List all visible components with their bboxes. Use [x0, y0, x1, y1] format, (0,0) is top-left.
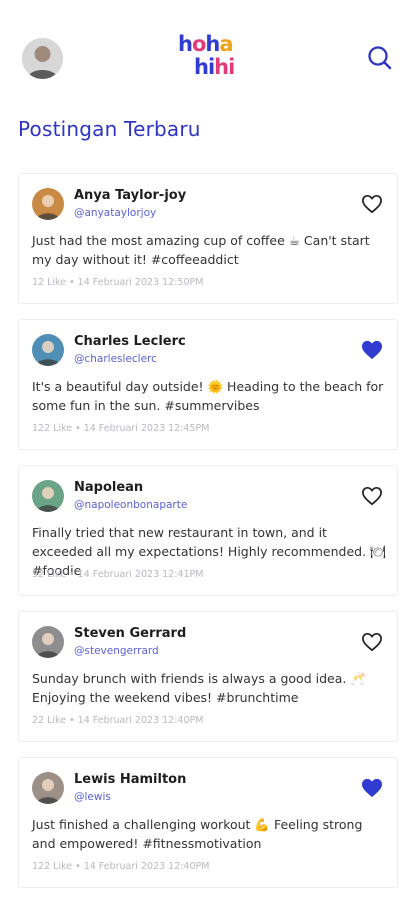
post-text: Just finished a challenging workout 💪 Fe… [32, 817, 363, 851]
profile-avatar[interactable] [22, 38, 63, 79]
user-handle[interactable]: @anyataylorjoy [74, 207, 156, 219]
search-button[interactable] [366, 44, 394, 72]
user-name[interactable]: Charles Leclerc [74, 334, 186, 349]
like-button[interactable] [361, 194, 383, 214]
avatar-photo-icon [32, 188, 64, 220]
post-timestamp: 14 Februari 2023 12:40PM [83, 861, 210, 872]
post-meta: 122 Like • 14 Februari 2023 12:45PM [32, 423, 209, 434]
logo-letter: h [178, 32, 193, 56]
user-photo-icon [22, 38, 63, 79]
post-text: Sunday brunch with friends is always a g… [32, 671, 366, 705]
post-text: It's a beautiful day outside! 🌞 Heading … [32, 379, 384, 413]
like-count: 122 Like [32, 861, 73, 872]
heart-filled-icon [362, 778, 382, 798]
post-card[interactable]: Steven Gerrard @stevengerrard Sunday brunc… [18, 611, 398, 742]
logo-letter: o [191, 32, 206, 56]
post-text: Just had the most amazing cup of coffee … [32, 233, 370, 267]
user-name[interactable]: Lewis Hamilton [74, 772, 186, 787]
meta-separator: • [75, 423, 81, 434]
meta-separator: • [75, 861, 81, 872]
heart-outline-icon [362, 194, 382, 214]
section-title: Postingan Terbaru [18, 117, 201, 141]
user-name[interactable]: Anya Taylor-joy [74, 188, 186, 203]
meta-separator: • [69, 569, 75, 580]
heart-outline-icon [362, 632, 382, 652]
heart-outline-icon [362, 486, 382, 506]
post-timestamp: 14 Februari 2023 12:45PM [83, 423, 210, 434]
like-count: 22 Like [32, 715, 67, 726]
logo-line-1: hoha [178, 32, 234, 56]
user-avatar[interactable] [32, 188, 64, 220]
post-card[interactable]: Charles Leclerc @charlesleclerc It's a bea… [18, 319, 398, 450]
like-button[interactable] [361, 632, 383, 652]
avatar-photo-icon [32, 772, 64, 804]
post-meta: 122 Like • 14 Februari 2023 12:40PM [32, 861, 209, 872]
post-timestamp: 14 Februari 2023 12:41PM [77, 569, 204, 580]
post-card[interactable]: Napolean @napoleonbonaparte Finally tried … [18, 465, 398, 596]
app-header: hoha hihi [0, 0, 415, 110]
user-avatar[interactable] [32, 626, 64, 658]
user-avatar[interactable] [32, 772, 64, 804]
post-timestamp: 14 Februari 2023 12:50PM [77, 277, 204, 288]
like-button[interactable] [361, 340, 383, 360]
user-name[interactable]: Steven Gerrard [74, 626, 186, 641]
avatar-photo-icon [32, 626, 64, 658]
like-count: 122 Like [32, 423, 73, 434]
post-meta: 12 Like • 14 Februari 2023 12:50PM [32, 277, 203, 288]
post-timestamp: 14 Februari 2023 12:40PM [77, 715, 204, 726]
avatar-photo-icon [32, 334, 64, 366]
user-handle[interactable]: @stevengerrard [74, 645, 159, 657]
user-handle[interactable]: @lewis [74, 791, 111, 803]
avatar-photo-icon [32, 480, 64, 512]
like-count: 32 Like [32, 569, 67, 580]
user-avatar[interactable] [32, 334, 64, 366]
search-icon [368, 46, 392, 70]
post-meta: 22 Like • 14 Februari 2023 12:40PM [32, 715, 203, 726]
post-card[interactable]: Anya Taylor-joy @anyataylorjoy Just had th… [18, 173, 398, 304]
user-avatar[interactable] [32, 480, 64, 512]
like-count: 12 Like [32, 277, 67, 288]
user-name[interactable]: Napolean [74, 480, 143, 495]
app-logo: hoha hihi [178, 32, 248, 84]
logo-letter: hi [214, 55, 235, 79]
user-handle[interactable]: @napoleonbonaparte [74, 499, 187, 511]
logo-letter: hi [194, 55, 215, 79]
meta-separator: • [69, 715, 75, 726]
meta-separator: • [69, 277, 75, 288]
logo-line-2: hihi [194, 55, 235, 79]
post-meta: 32 Like • 14 Februari 2023 12:41PM [32, 569, 203, 580]
logo-letter: a [219, 32, 233, 56]
logo-letter: h [205, 32, 220, 56]
post-card[interactable]: Lewis Hamilton @lewis Just finished a chal… [18, 757, 398, 888]
like-button[interactable] [361, 486, 383, 506]
user-handle[interactable]: @charlesleclerc [74, 353, 157, 365]
heart-filled-icon [362, 340, 382, 360]
like-button[interactable] [361, 778, 383, 798]
